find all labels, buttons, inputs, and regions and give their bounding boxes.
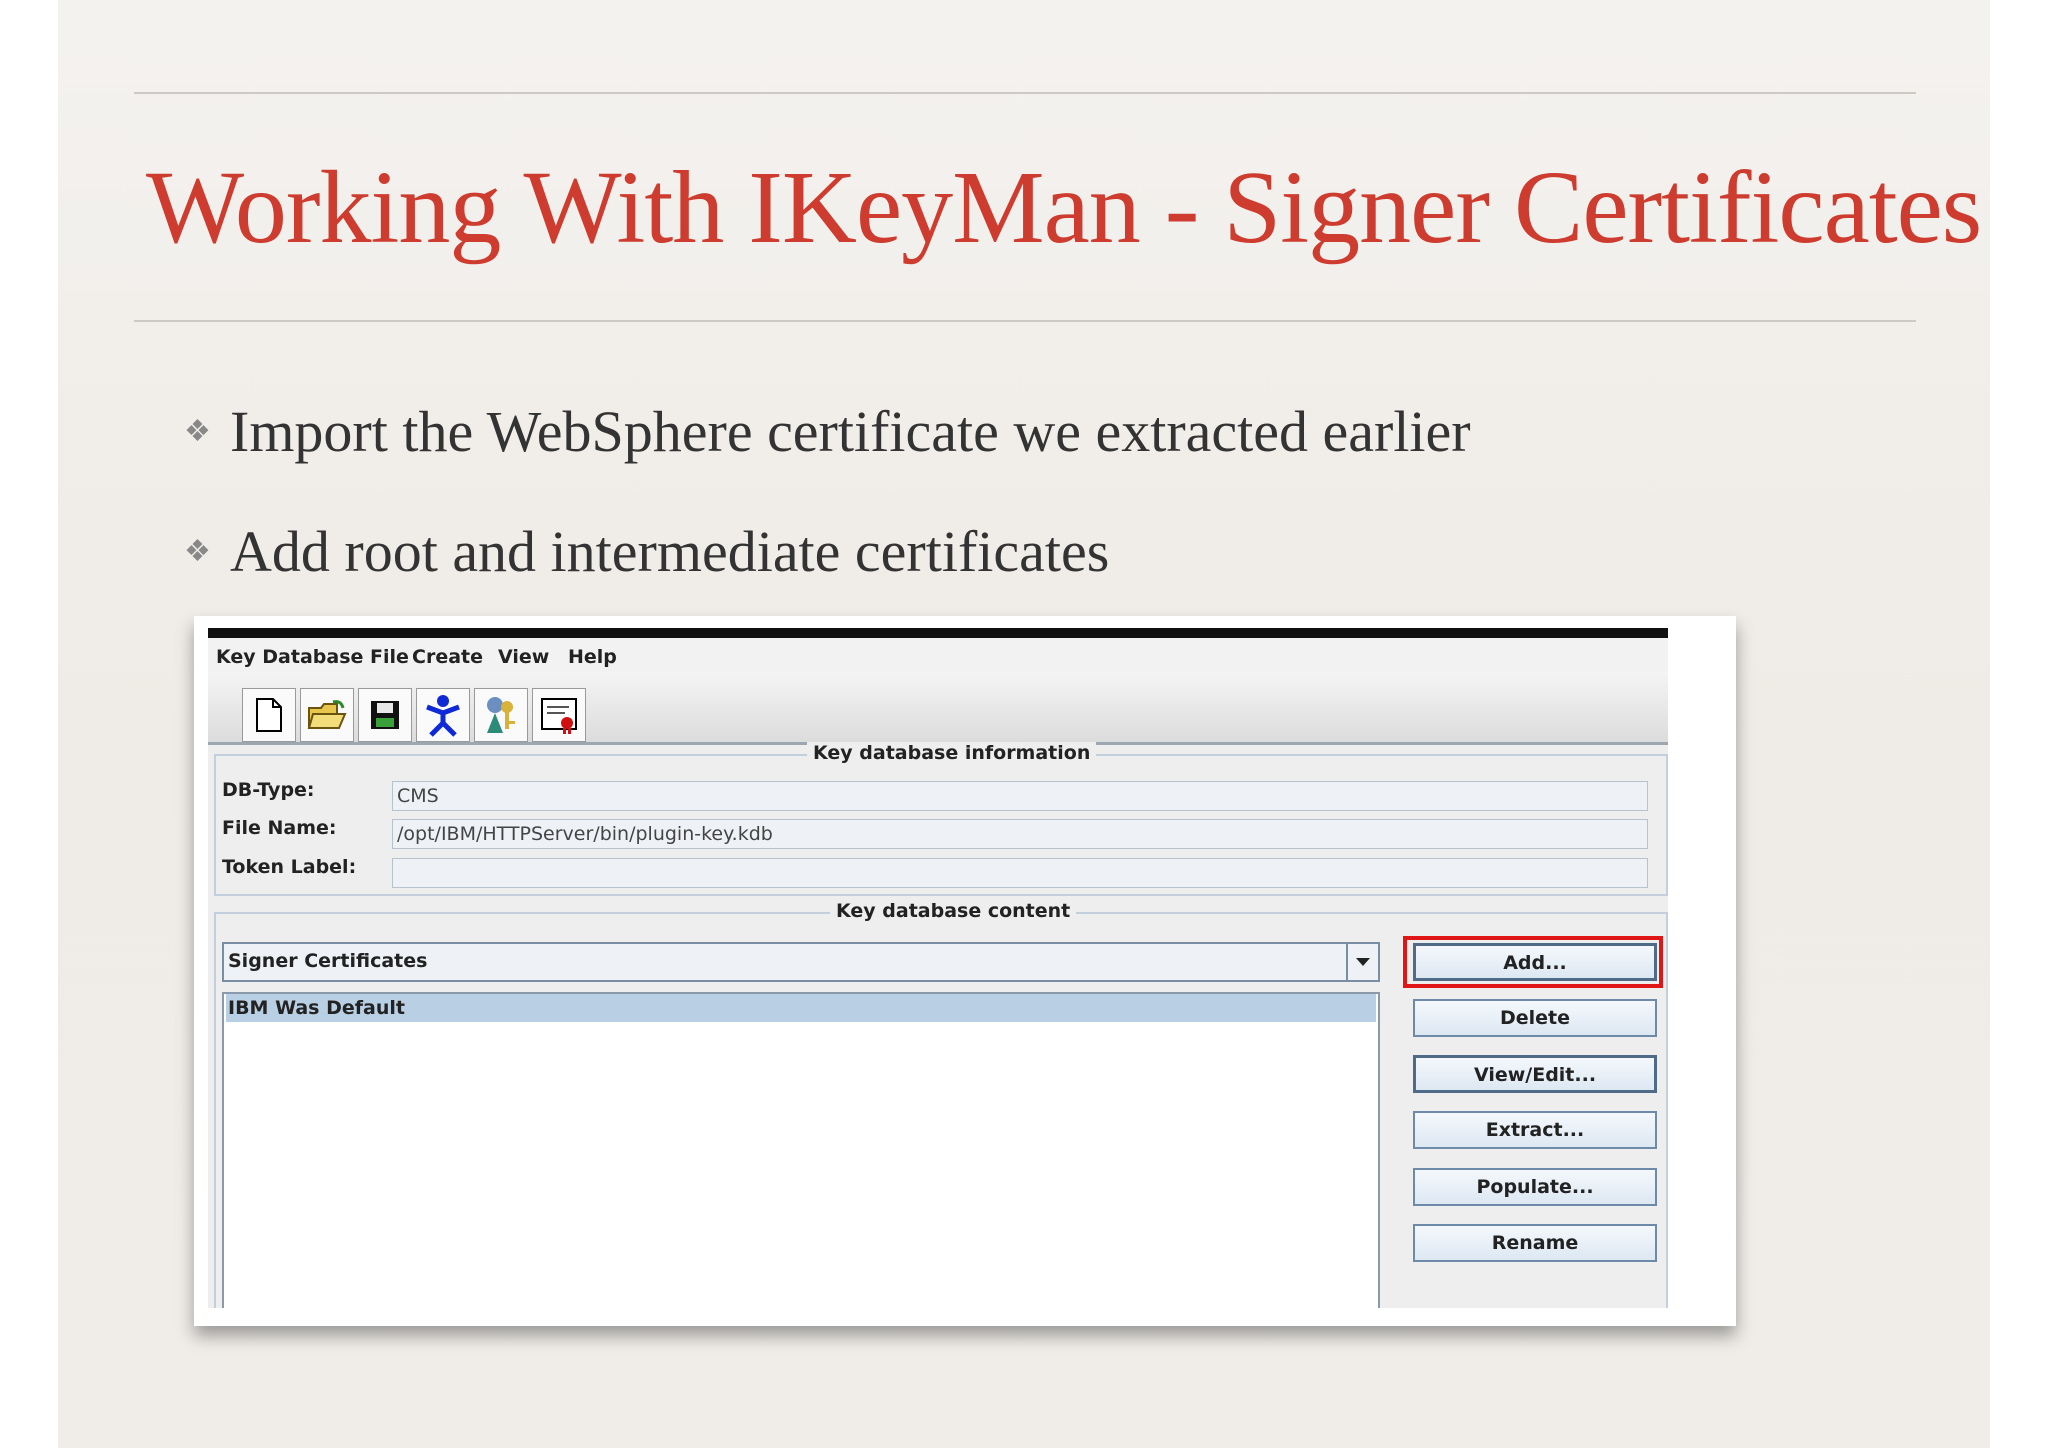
delete-button[interactable]: Delete <box>1413 999 1657 1037</box>
token-label-label: Token Label: <box>222 856 357 878</box>
top-divider <box>134 92 1916 94</box>
bullet-text: Import the WebSphere certificate we extr… <box>230 399 1471 464</box>
certificate-list[interactable]: IBM Was Default <box>222 992 1380 1308</box>
db-type-label: DB-Type: <box>222 779 315 801</box>
person-button[interactable] <box>416 688 470 742</box>
open-folder-icon <box>307 700 347 729</box>
certificate-button[interactable] <box>532 688 586 742</box>
key-database-info-title: Key database information <box>807 742 1097 764</box>
save-icon <box>371 701 399 729</box>
person-icon <box>426 695 460 737</box>
list-item[interactable]: IBM Was Default <box>226 994 1376 1022</box>
new-file-button[interactable] <box>242 688 296 742</box>
ikeyman-screenshot: Key Database File Create View Help Key d… <box>194 616 1736 1326</box>
add-button[interactable]: Add... <box>1413 943 1657 981</box>
menu-view[interactable]: View <box>498 646 549 668</box>
file-name-field: /opt/IBM/HTTPServer/bin/plugin-key.kdb <box>392 819 1648 849</box>
extract-button[interactable]: Extract... <box>1413 1111 1657 1149</box>
slide-title: Working With IKeyMan - Signer Certificat… <box>146 150 1982 265</box>
new-file-icon <box>256 698 282 732</box>
window-titlebar <box>208 628 1668 638</box>
ikeyman-window: Key Database File Create View Help Key d… <box>208 628 1668 1308</box>
open-button[interactable] <box>300 688 354 742</box>
token-label-field <box>392 858 1648 888</box>
key-database-content-title: Key database content <box>830 900 1077 922</box>
menu-key-database-file[interactable]: Key Database File <box>216 646 409 668</box>
bullet-item: ❖ Add root and intermediate certificates <box>184 520 1109 590</box>
chevron-down-icon[interactable] <box>1346 944 1378 980</box>
bullet-mark-icon: ❖ <box>184 534 211 568</box>
menu-create[interactable]: Create <box>412 646 483 668</box>
populate-button[interactable]: Populate... <box>1413 1168 1657 1206</box>
file-name-label: File Name: <box>222 817 337 839</box>
certificate-type-value: Signer Certificates <box>228 950 428 972</box>
bullet-text: Add root and intermediate certificates <box>230 519 1110 584</box>
certificate-icon <box>541 698 577 734</box>
save-button[interactable] <box>358 688 412 742</box>
db-type-field: CMS <box>392 781 1648 811</box>
title-divider <box>134 320 1916 322</box>
menu-help[interactable]: Help <box>568 646 617 668</box>
key-person-icon <box>487 697 515 733</box>
key-person-button[interactable] <box>474 688 528 742</box>
view-edit-button[interactable]: View/Edit... <box>1413 1055 1657 1093</box>
rename-button[interactable]: Rename <box>1413 1224 1657 1262</box>
certificate-type-dropdown[interactable]: Signer Certificates <box>222 942 1380 982</box>
bullet-mark-icon: ❖ <box>184 414 211 448</box>
bullet-item: ❖ Import the WebSphere certificate we ext… <box>184 400 1471 470</box>
